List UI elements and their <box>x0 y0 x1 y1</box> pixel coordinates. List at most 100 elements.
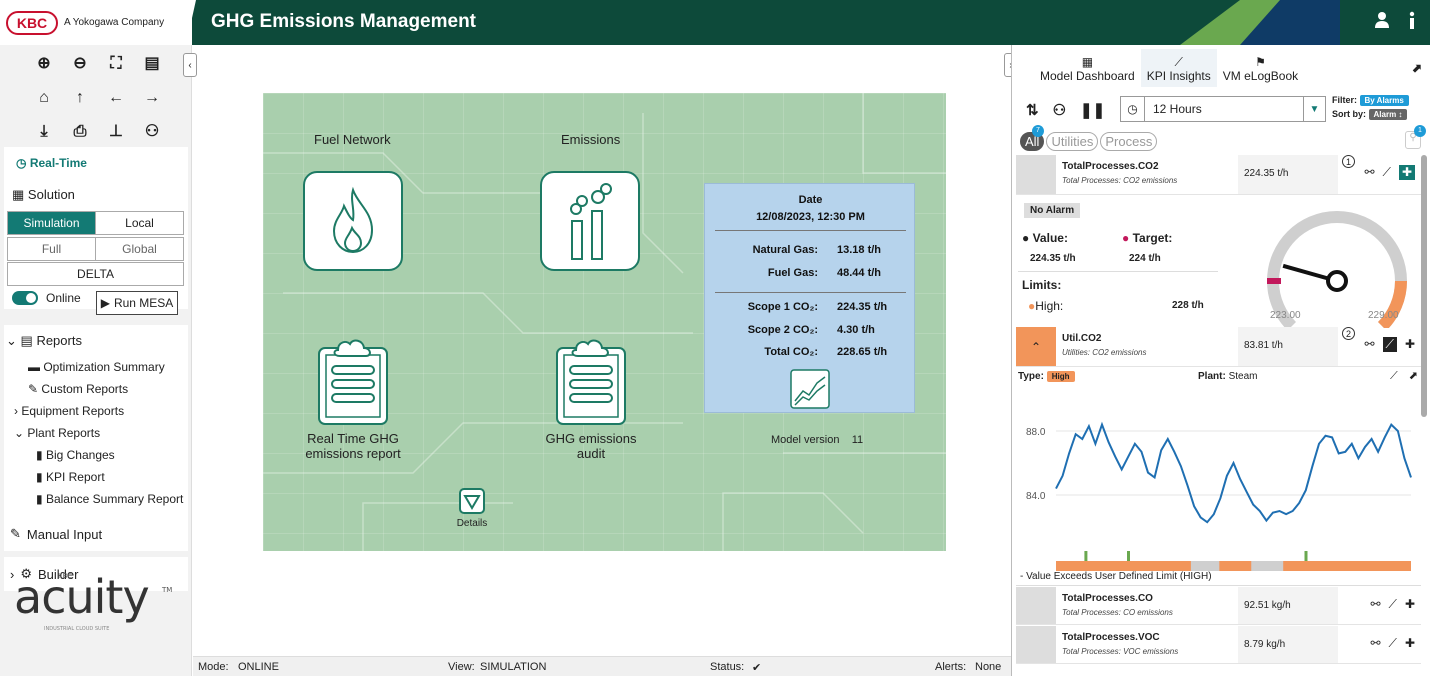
pin-icon[interactable]: ✚ <box>1405 636 1415 651</box>
status-value: ✔ <box>752 662 762 674</box>
flame-icon <box>332 186 374 254</box>
file-icon: ▮ <box>36 492 43 506</box>
kpi-description: Utilities: CO2 emissions <box>1062 348 1147 357</box>
filter-label: Filter: <box>1332 95 1358 105</box>
audit-label[interactable]: GHG emissions audit <box>541 431 641 461</box>
manual-input-panel[interactable]: ✎ Manual Input <box>4 517 188 551</box>
alerts-label: Alerts: <box>935 661 967 673</box>
arrow-right-icon[interactable]: → <box>134 87 170 109</box>
tree-item-kpi-report[interactable]: ▮ KPI Report <box>36 470 105 484</box>
realtime-report-label[interactable]: Real Time GHG emissions report <box>303 431 403 461</box>
hierarchy-icon[interactable]: ⊥ <box>98 121 134 143</box>
trend-chart-icon[interactable] <box>790 369 830 409</box>
zoom-in-icon[interactable]: ⊕ <box>26 53 62 75</box>
details-icon[interactable] <box>459 488 485 514</box>
realtime-report-icon[interactable] <box>316 338 390 426</box>
scope1-value: 224.35 t/h <box>837 301 888 313</box>
kpi-description: Total Processes: CO2 emissions <box>1062 176 1178 185</box>
pencil-icon: ✎ <box>10 526 21 541</box>
run-mesa-button[interactable]: ▶ Run MESA <box>96 291 178 315</box>
kpi-row[interactable]: TotalProcesses.CO Total Processes: CO em… <box>1016 587 1421 625</box>
zoom-out-icon[interactable]: ⊖ <box>62 53 98 75</box>
fit-screen-icon[interactable]: ⛶ <box>98 53 134 75</box>
node-link-icon[interactable]: ⚯ <box>1370 636 1380 651</box>
alarm-band <box>1056 561 1411 571</box>
binoculars-icon[interactable]: ⚇ <box>1053 101 1066 119</box>
info-icon[interactable] <box>1408 11 1416 29</box>
download-icon[interactable]: ⤓ <box>26 121 62 143</box>
node-link-icon[interactable]: ⚯ <box>1364 165 1374 180</box>
fuel-gas-value: 48.44 t/h <box>837 267 882 279</box>
trend-icon[interactable]: ⟋ <box>1383 165 1391 180</box>
node-link-icon[interactable]: ⚯ <box>1364 337 1374 352</box>
tree-item-big-changes[interactable]: ▮ Big Changes <box>36 448 115 462</box>
equipment-reports-label: Equipment Reports <box>21 404 125 418</box>
expand-icon[interactable]: ⬈ <box>1412 61 1422 75</box>
fuel-network-tile[interactable] <box>303 171 403 271</box>
node-link-icon[interactable]: ⚯ <box>1370 597 1380 612</box>
kpi-row[interactable]: TotalProcesses.VOC Total Processes: VOC … <box>1016 626 1421 664</box>
header-decoration <box>1180 0 1240 45</box>
local-button[interactable]: Local <box>95 212 183 234</box>
time-range-select[interactable]: ◷ 12 Hours ▼ <box>1120 96 1326 122</box>
simulation-button[interactable]: Simulation <box>8 212 95 234</box>
kpi-value: 8.79 kg/h <box>1244 639 1286 650</box>
full-button[interactable]: Full <box>8 238 95 260</box>
details-label[interactable]: Details <box>449 518 495 529</box>
binoculars-icon[interactable]: ⚇ <box>134 121 170 143</box>
model-version-value: 11 <box>851 434 864 446</box>
delta-button[interactable]: DELTA <box>7 262 184 286</box>
tab-model-dashboard[interactable]: ▦ Model Dashboard <box>1034 49 1141 87</box>
kpi-name: TotalProcesses.VOC <box>1062 632 1160 643</box>
chip-utilities[interactable]: Utilities <box>1046 132 1099 151</box>
arrow-up-icon[interactable]: ↑ <box>62 87 98 109</box>
arrow-left-icon[interactable]: ← <box>98 87 134 109</box>
play-icon: ▶ <box>100 296 110 310</box>
kpi-row[interactable]: ⌃ Util.CO2 Utilities: CO2 emissions 83.8… <box>1016 327 1421 367</box>
trend-icon[interactable]: ⟋ <box>1389 636 1397 651</box>
pin-icon[interactable]: ✚ <box>1405 337 1415 352</box>
collapse-left-button[interactable]: ‹ <box>183 53 197 77</box>
tree-item-plant-reports[interactable]: ⌄ Plant Reports <box>14 426 100 440</box>
gauge-hub <box>1326 270 1348 292</box>
global-button[interactable]: Global <box>95 238 183 260</box>
tree-item-optimization-summary[interactable]: ▬ Optimization Summary <box>28 360 165 374</box>
online-toggle[interactable] <box>12 291 38 305</box>
sort-order-icon[interactable]: ⇅ <box>1026 101 1039 119</box>
tree-item-equipment-reports[interactable]: › Equipment Reports <box>14 404 124 418</box>
pin-icon[interactable]: ✚ <box>1398 165 1415 180</box>
panel-scrollbar[interactable] <box>1421 155 1427 417</box>
chip-process[interactable]: Process <box>1100 132 1158 151</box>
model-version: Model version 11 <box>771 434 863 446</box>
film-icon[interactable]: ▤ <box>134 53 170 75</box>
expand-chart-icon[interactable]: ⬈ <box>1409 370 1418 382</box>
tab-vm-elogbook[interactable]: ⚑ VM eLogBook <box>1217 49 1304 87</box>
filter-pill[interactable]: By Alarms <box>1359 95 1409 106</box>
home-icon[interactable]: ⌂ <box>26 87 62 109</box>
collapse-chevron-icon[interactable]: ⌃ <box>1016 327 1056 366</box>
tree-item-custom-reports[interactable]: ✎ Custom Reports <box>28 382 128 396</box>
fuel-network-label: Fuel Network <box>314 132 391 147</box>
alarm-marker <box>1084 551 1088 561</box>
trend-icon[interactable]: ⟋ <box>1382 337 1397 352</box>
audit-report-icon[interactable] <box>554 338 628 426</box>
tab-model-dashboard-label: Model Dashboard <box>1040 69 1135 83</box>
plant-reports-label: Plant Reports <box>27 426 101 440</box>
tree-item-balance-summary[interactable]: ▮ Balance Summary Report <box>36 492 183 506</box>
kpi-row[interactable]: TotalProcesses.CO2 Total Processes: CO2 … <box>1016 155 1421 195</box>
clock-icon: ◷ <box>1121 97 1145 121</box>
line-chart-icon: ⟋ <box>1174 55 1183 69</box>
trend-icon[interactable]: ⟋ <box>1389 597 1397 612</box>
print-icon[interactable]: ⎙ <box>62 121 98 143</box>
tab-kpi-insights[interactable]: ⟋ KPI Insights <box>1140 49 1217 87</box>
emissions-tile[interactable] <box>540 171 640 271</box>
sort-pill[interactable]: Alarm ↕ <box>1368 109 1408 120</box>
chart-settings-icon[interactable]: ⟋ <box>1390 370 1398 382</box>
pin-count-badge: 1 <box>1414 125 1426 137</box>
user-icon[interactable] <box>1374 11 1390 29</box>
pause-icon[interactable]: ❚❚ <box>1080 101 1105 119</box>
pin-icon[interactable]: ✚ <box>1405 597 1415 612</box>
status-label: Status: <box>710 661 745 673</box>
trend-line <box>1055 421 1412 524</box>
reports-node[interactable]: ⌄ ▤ Reports <box>6 333 82 349</box>
